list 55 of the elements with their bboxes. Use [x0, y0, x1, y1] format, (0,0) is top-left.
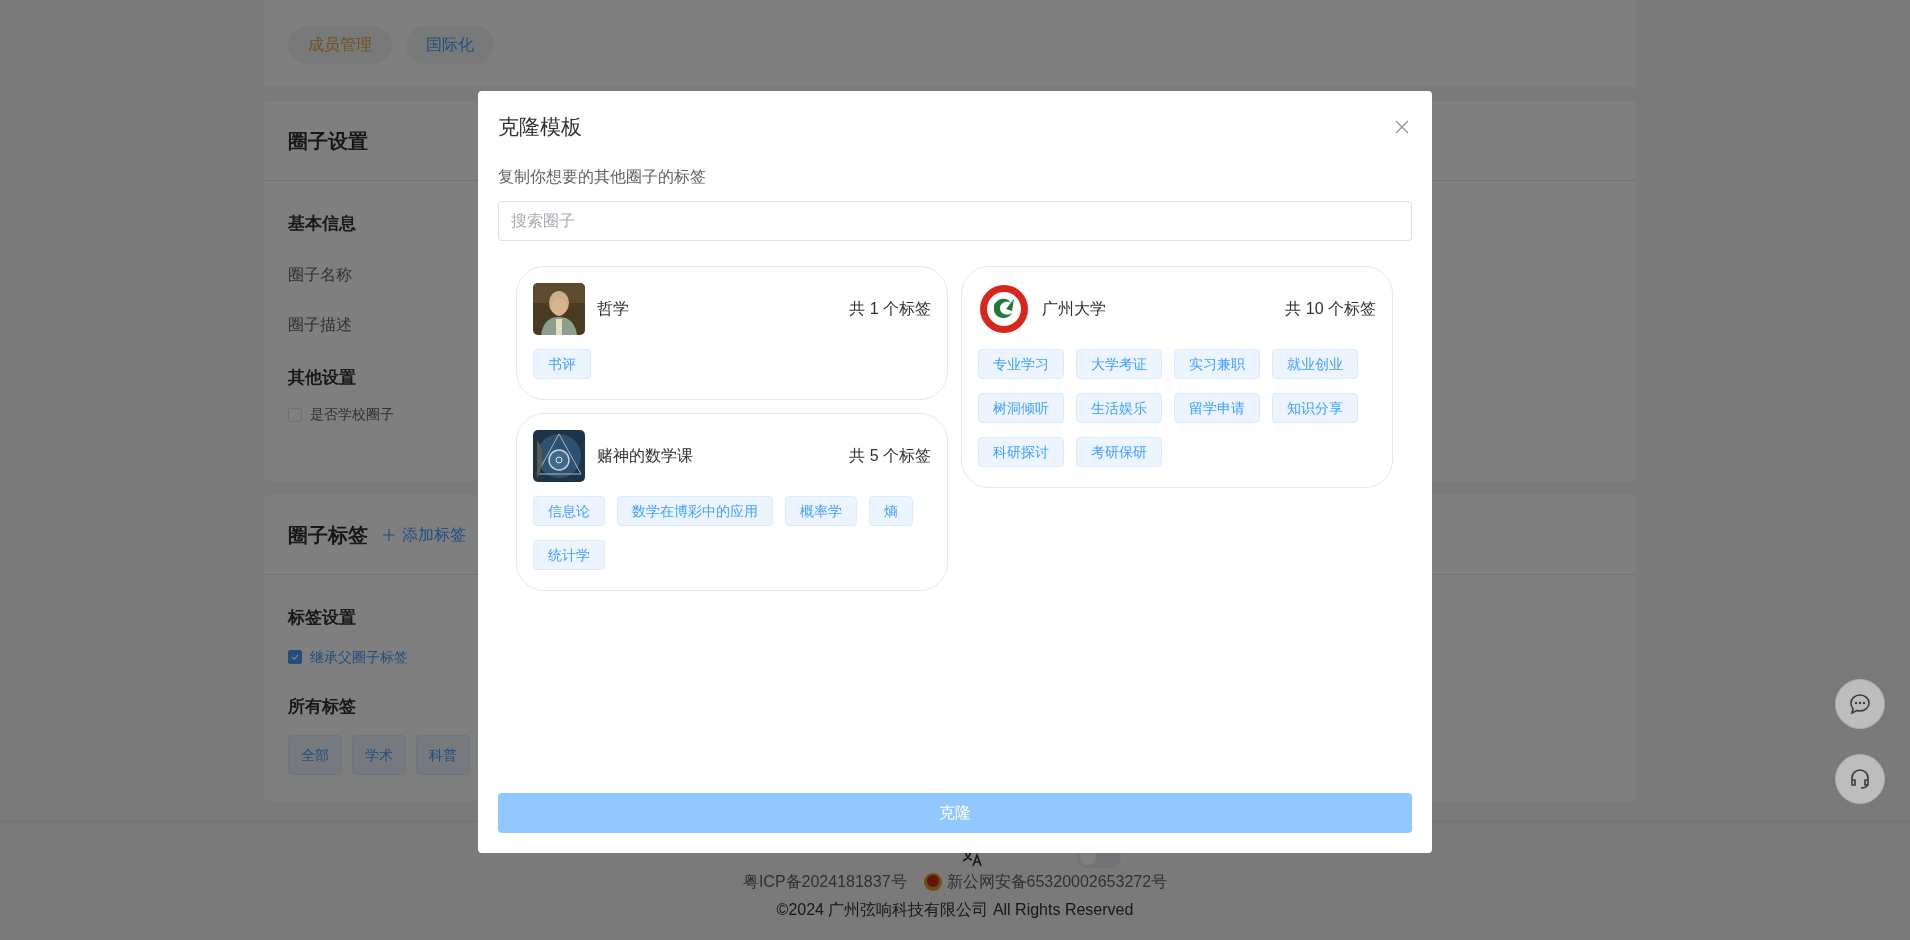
card-title: 圈子设置 [288, 128, 368, 154]
tag: 概率学 [785, 496, 857, 526]
section-heading: 所有标签 [288, 695, 356, 718]
section-heading: 标签设置 [288, 607, 356, 629]
card-title: 圈子标签 [288, 522, 368, 548]
close-icon [1395, 120, 1409, 134]
tag: 信息论 [533, 496, 605, 526]
chat-icon [1848, 692, 1872, 716]
tag-count: 共 5 个标签 [849, 446, 931, 466]
icp-link[interactable]: 粤ICP备2024181837号 [742, 870, 907, 894]
circle-name: 广州大学 [1042, 299, 1106, 319]
check-icon [290, 652, 300, 662]
tag: 大学考证 [1076, 349, 1162, 379]
tag-count: 共 1 个标签 [849, 299, 931, 319]
headset-icon [1848, 767, 1872, 791]
checkbox[interactable] [288, 650, 302, 664]
tag: 树洞倾听 [978, 393, 1064, 423]
tag: 科研探讨 [978, 437, 1064, 467]
field-label: 圈子描述 [288, 314, 352, 335]
circle-name: 赌神的数学课 [597, 446, 693, 466]
field-label: 圈子名称 [288, 264, 352, 285]
tag: 留学申请 [1174, 393, 1260, 423]
section-heading: 其他设置 [288, 366, 356, 389]
tag: 知识分享 [1272, 393, 1358, 423]
tag: 专业学习 [978, 349, 1064, 379]
circle-name: 哲学 [597, 299, 629, 319]
pill-tab[interactable]: 国际化 [406, 25, 494, 64]
circle-card[interactable]: 广州大学 共 10 个标签 专业学习 大学考证 实习兼职 就业创业 树洞倾听 生活娱乐 留学申请 知识分享 科研探讨 考研保研 [961, 266, 1393, 488]
checkbox-label: 继承父圈子标签 [310, 647, 408, 667]
tag: 生活娱乐 [1076, 393, 1162, 423]
checkbox-label: 是否学校圈子 [310, 405, 394, 424]
tag[interactable]: 科普 [416, 735, 470, 775]
circle-card[interactable]: 哲学 共 1 个标签 书评 [516, 266, 948, 400]
police-record-link[interactable]: 新公网安备65320002653272号 [946, 870, 1168, 894]
copyright-text: ©2024 广州弦响科技有限公司 All Rights Reserved [776, 900, 1134, 920]
section-heading: 基本信息 [288, 213, 356, 235]
emblem-icon [978, 283, 1030, 335]
search-field[interactable]: 搜索圈子 [498, 201, 1412, 241]
add-tag-link[interactable]: 添加标签 [382, 522, 466, 547]
tag: 数学在博彩中的应用 [617, 496, 773, 526]
tag: 书评 [533, 349, 591, 379]
tag[interactable]: 学术 [352, 735, 406, 775]
tag-count: 共 10 个标签 [1285, 299, 1376, 319]
dialog-subtitle: 复制你想要的其他圈子的标签 [498, 167, 707, 187]
circle-card[interactable]: 赌神的数学课 共 5 个标签 信息论 数学在博彩中的应用 概率学 熵 统计学 [516, 413, 948, 591]
tag: 考研保研 [1076, 437, 1162, 467]
tag: 就业创业 [1272, 349, 1358, 379]
plus-icon [382, 527, 396, 542]
tag: 熵 [869, 496, 913, 526]
emblem-icon [922, 872, 943, 892]
tag: 统计学 [533, 540, 605, 570]
pill-tab[interactable]: 成员管理 [288, 25, 392, 64]
dialog-title: 克隆模板 [498, 114, 582, 141]
tag[interactable]: 全部 [288, 735, 342, 775]
tag: 实习兼职 [1174, 349, 1260, 379]
